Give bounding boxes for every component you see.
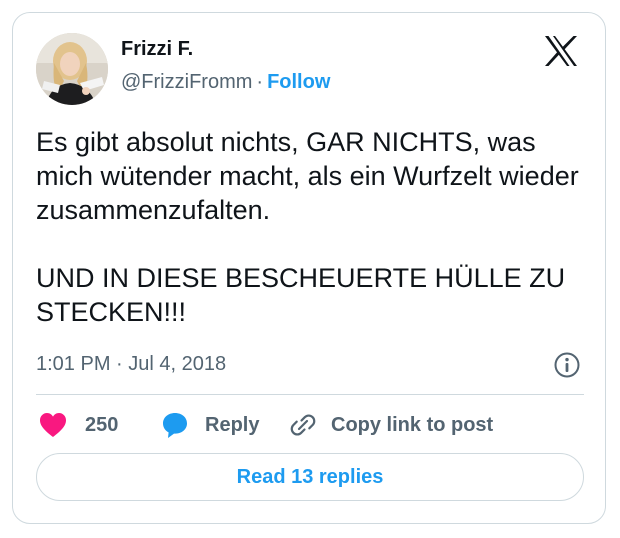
divider — [36, 394, 584, 395]
like-button[interactable]: 250 — [39, 409, 118, 441]
tweet-timestamp[interactable]: 1:01 PM · Jul 4, 2018 — [36, 353, 226, 376]
separator-dot: · — [256, 71, 264, 93]
avatar-image — [36, 33, 108, 105]
like-count: 250 — [85, 413, 119, 436]
reply-label: Reply — [205, 413, 260, 436]
read-replies-button[interactable]: Read 13 replies — [36, 453, 584, 501]
heart-icon — [39, 412, 67, 438]
author-handle[interactable]: @FrizziFromm — [121, 71, 252, 93]
x-logo-icon[interactable] — [544, 35, 578, 67]
link-icon — [289, 411, 317, 439]
info-icon[interactable] — [553, 351, 581, 379]
follow-button[interactable]: Follow — [267, 71, 330, 93]
embedded-tweet-card: Frizzi F. @FrizziFromm · Follow Es gibt ab… — [12, 12, 606, 524]
author-name[interactable]: Frizzi F. — [121, 38, 193, 61]
reply-button[interactable]: Reply — [161, 409, 259, 441]
read-replies-label: Read 13 replies — [236, 465, 384, 488]
speech-bubble-icon — [161, 411, 189, 439]
tweet-text: Es gibt absolut nichts, GAR NICHTS, was … — [36, 127, 579, 327]
avatar[interactable] — [36, 33, 108, 105]
copy-link-label: Copy link to post — [331, 413, 494, 436]
author-handle-row: @FrizziFromm · Follow — [121, 71, 330, 94]
copy-link-button[interactable]: Copy link to post — [289, 409, 493, 441]
